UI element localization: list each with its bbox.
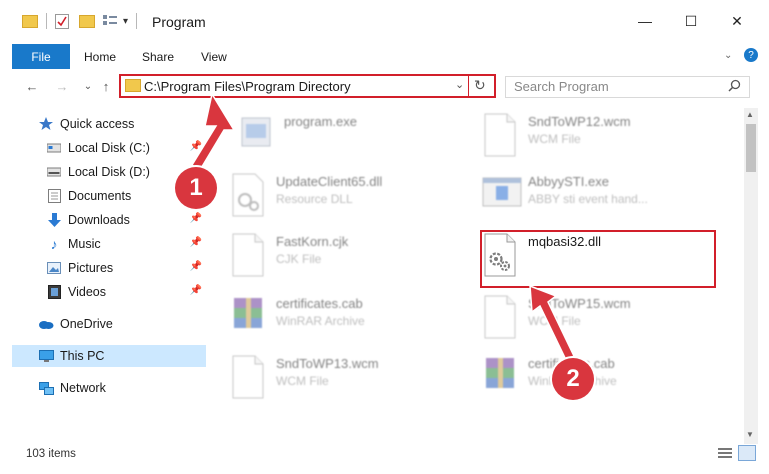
arrow-2 — [529, 284, 575, 362]
arrow-1 — [190, 92, 236, 172]
step-badge-1: 1 — [175, 167, 217, 209]
annotation-arrows — [190, 92, 575, 362]
step-badge-2: 2 — [552, 358, 594, 400]
